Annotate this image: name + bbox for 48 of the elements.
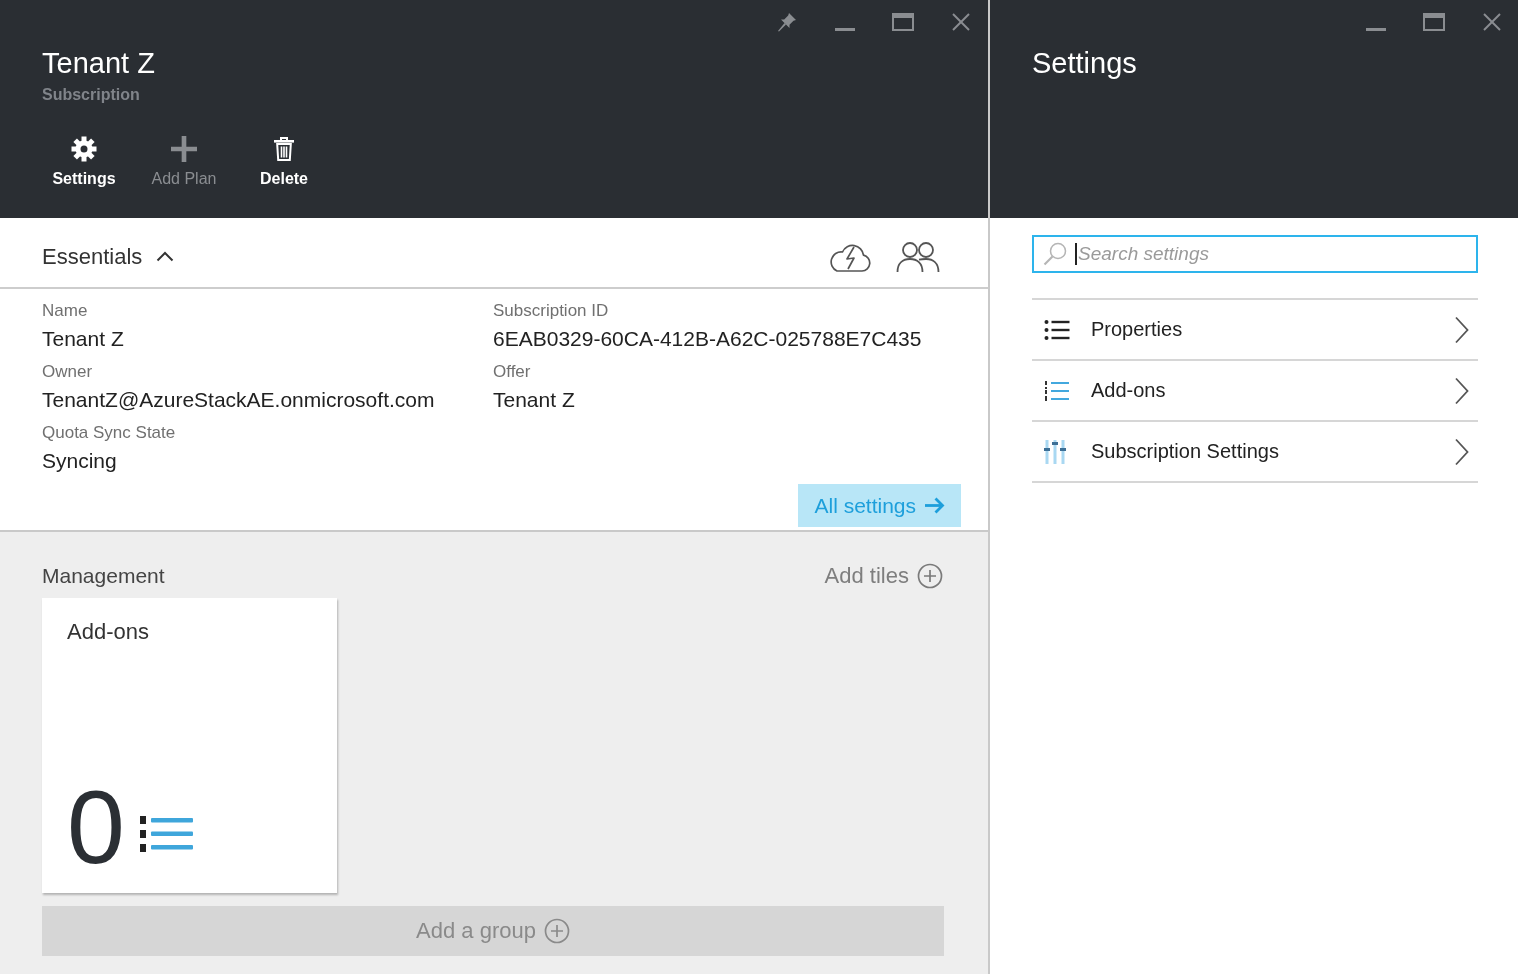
field-value: Syncing bbox=[42, 448, 118, 474]
tile[interactable]: Add-ons 0 bbox=[42, 598, 337, 893]
field-value: 6EAB0329-60CA-412B-A62C-025788E7C435 bbox=[493, 326, 923, 352]
settings-menu-item[interactable]: Add-ons bbox=[1032, 359, 1478, 420]
maximize-icon[interactable] bbox=[1423, 13, 1445, 31]
essentials-toggle[interactable]: Essentials bbox=[42, 243, 175, 270]
field-label: Subscription ID bbox=[493, 300, 610, 322]
close-icon[interactable] bbox=[1483, 13, 1501, 31]
toolbar-button[interactable]: Settings bbox=[52, 133, 116, 188]
text-cursor-icon bbox=[1075, 243, 1077, 265]
field-label: Offer bbox=[493, 361, 532, 383]
pin-icon[interactable] bbox=[777, 12, 797, 32]
blade-title: Settings bbox=[1032, 46, 1138, 80]
section-title: Management bbox=[42, 564, 165, 588]
blade-subtitle: Subscription bbox=[42, 85, 141, 105]
field-value: TenantZ@AzureStackAE.onmicrosoft.com bbox=[42, 387, 436, 413]
tile-count: 0 bbox=[67, 787, 125, 867]
field-label: Quota Sync State bbox=[42, 422, 177, 444]
field-value: Tenant Z bbox=[42, 326, 125, 352]
bulleted-list-icon bbox=[1044, 318, 1070, 341]
trash-icon bbox=[274, 136, 294, 162]
tile-title: Add-ons bbox=[67, 619, 150, 645]
settings-menu-item[interactable]: Subscription Settings bbox=[1032, 420, 1478, 481]
list-icon bbox=[1044, 379, 1070, 402]
maximize-icon[interactable] bbox=[892, 13, 914, 31]
settings-menu-item[interactable]: Properties bbox=[1032, 298, 1478, 359]
people-icon[interactable] bbox=[896, 240, 940, 273]
sliders-icon bbox=[1044, 439, 1066, 464]
chevron-right-icon bbox=[1454, 437, 1469, 466]
minimize-icon[interactable] bbox=[1366, 27, 1386, 31]
chevron-right-icon bbox=[1454, 315, 1469, 344]
plus-icon bbox=[170, 136, 198, 162]
field-value: Tenant Z bbox=[493, 387, 576, 413]
arrow-right-icon bbox=[924, 497, 945, 514]
add-tiles-button[interactable]: Add tiles bbox=[824, 563, 943, 589]
minimize-icon[interactable] bbox=[835, 27, 855, 31]
search-field[interactable]: Search settings bbox=[1032, 235, 1478, 273]
field-label: Owner bbox=[42, 361, 94, 383]
plus-circle-icon bbox=[917, 563, 943, 589]
chevron-right-icon bbox=[1454, 376, 1469, 405]
list-icon bbox=[138, 815, 193, 853]
blade-title: Tenant Z bbox=[42, 46, 156, 80]
field-label: Name bbox=[42, 300, 89, 322]
plus-circle-icon bbox=[543, 918, 570, 944]
gear-icon bbox=[71, 136, 97, 162]
search-icon bbox=[1043, 242, 1067, 266]
close-icon[interactable] bbox=[952, 13, 970, 31]
toolbar-button[interactable]: Delete bbox=[260, 133, 308, 188]
